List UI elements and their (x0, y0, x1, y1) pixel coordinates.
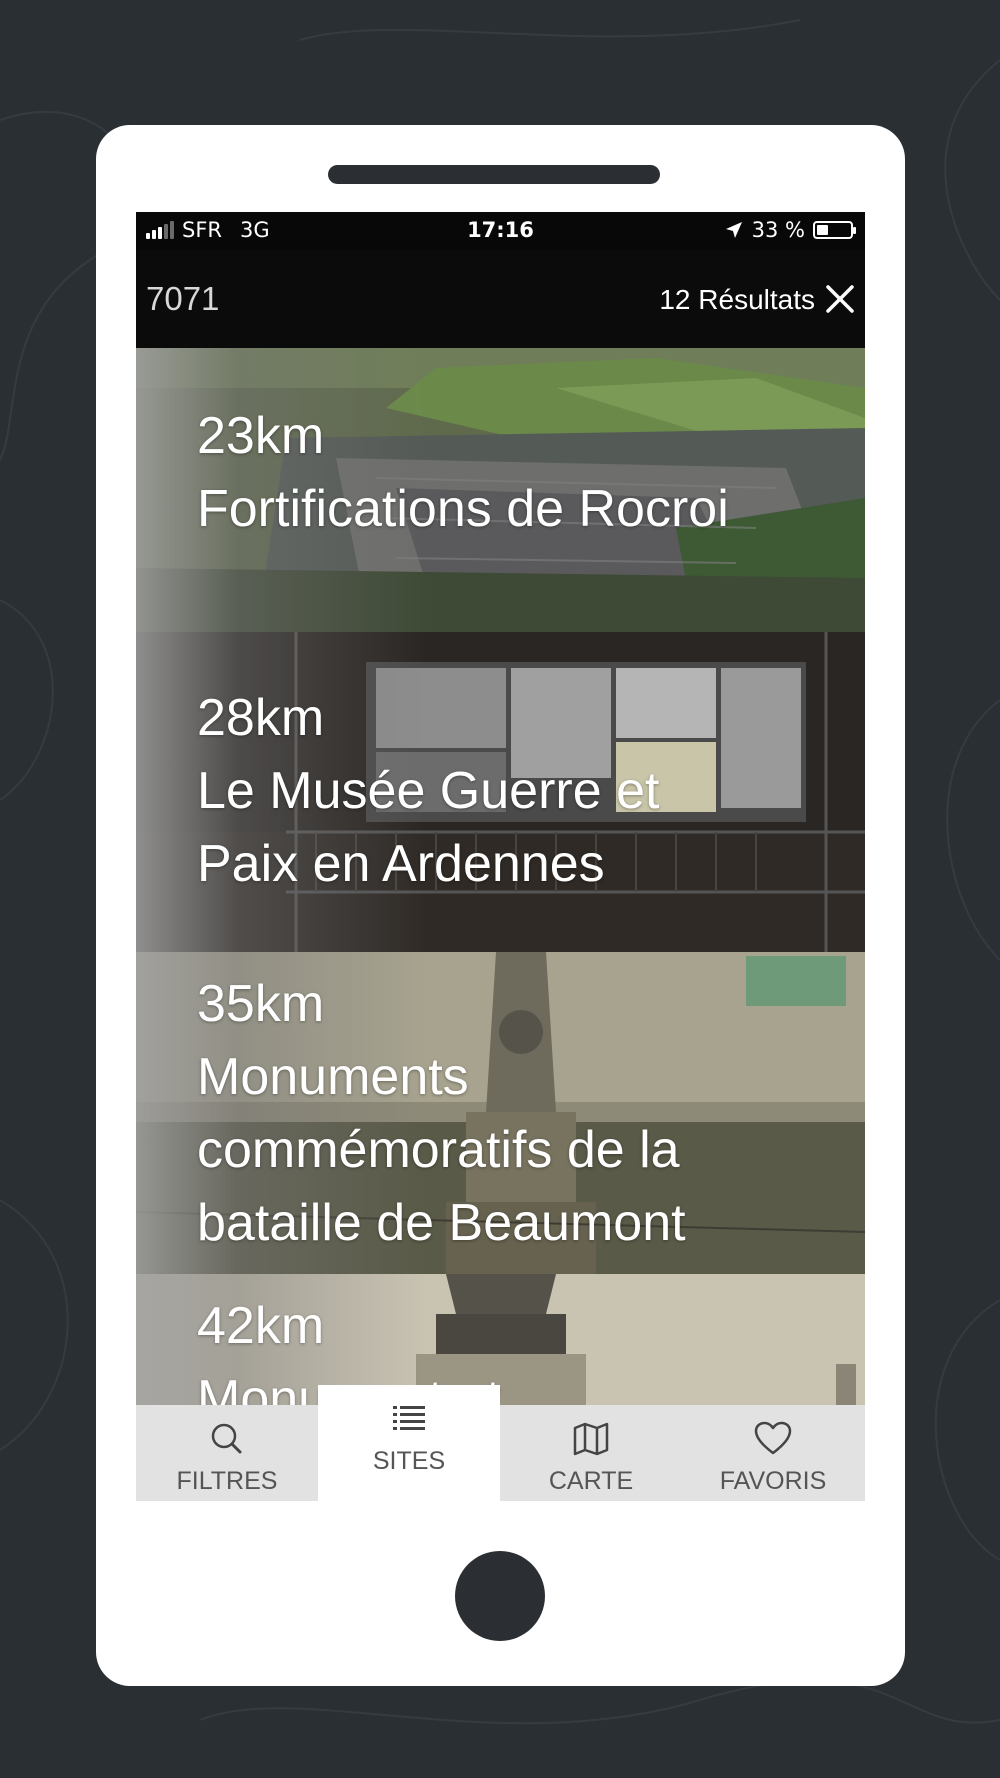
site-title-line: Le Musée Guerre et (197, 762, 660, 820)
tab-sites[interactable]: SITES (318, 1385, 500, 1501)
app-screen: SFR 3G 17:16 33 % 7071 12 Résultats 23km… (136, 212, 865, 1501)
battery-fill (817, 225, 828, 235)
site-distance: 23km (197, 407, 325, 465)
bottom-tab-bar: FILTRES SITES CARTE FAVORIS (136, 1385, 865, 1501)
search-icon (211, 1423, 242, 1454)
search-code: 7071 (146, 280, 220, 317)
sites-list: 23km Fortifications de Rocroi 28km Le Mu… (136, 348, 865, 1501)
tab-label: CARTE (548, 1467, 634, 1495)
site-title-line: commémoratifs de la (197, 1121, 680, 1179)
site-distance: 35km (197, 975, 325, 1033)
site-card[interactable]: 23km Fortifications de Rocroi (136, 348, 865, 633)
site-title-line: bataille de Beaumont (197, 1194, 686, 1252)
site-text: 28km Le Musée Guerre et Paix en Ardennes (197, 682, 659, 901)
tab-carte[interactable]: CARTE (500, 1405, 682, 1501)
heart-icon (754, 1421, 792, 1455)
battery-icon (813, 221, 856, 239)
status-right: 33 % (724, 218, 856, 242)
battery-percent: 33 % (751, 218, 805, 242)
map-icon (573, 1422, 609, 1456)
location-arrow-icon (725, 222, 742, 238)
site-text: 23km Fortifications de Rocroi (197, 400, 729, 546)
site-title-line: Paix en Ardennes (197, 835, 605, 893)
tab-label: SITES (372, 1447, 446, 1475)
results-header: 7071 12 Résultats (136, 250, 865, 348)
list-icon (393, 1406, 425, 1430)
site-distance: 28km (197, 689, 325, 747)
results-count: 12 Résultats (659, 284, 815, 315)
site-card[interactable]: 35km Monuments commémoratifs de la batai… (136, 952, 865, 1275)
phone-frame: SFR 3G 17:16 33 % 7071 12 Résultats 23km… (96, 125, 905, 1686)
tab-favoris[interactable]: FAVORIS (682, 1405, 864, 1501)
status-bar: SFR 3G 17:16 33 % (136, 212, 865, 250)
site-card[interactable]: 28km Le Musée Guerre et Paix en Ardennes (136, 632, 865, 953)
site-text: 35km Monuments commémoratifs de la batai… (197, 968, 686, 1260)
tab-label: FILTRES (176, 1467, 278, 1495)
close-icon[interactable] (823, 282, 857, 316)
tab-filtres[interactable]: FILTRES (136, 1405, 318, 1501)
site-title-line: Monuments (197, 1048, 469, 1106)
phone-speaker (328, 165, 660, 184)
site-title-line: Fortifications de Rocroi (197, 480, 729, 538)
site-distance: 42km (197, 1297, 325, 1355)
tab-label: FAVORIS (719, 1467, 827, 1495)
home-button[interactable] (455, 1551, 545, 1641)
